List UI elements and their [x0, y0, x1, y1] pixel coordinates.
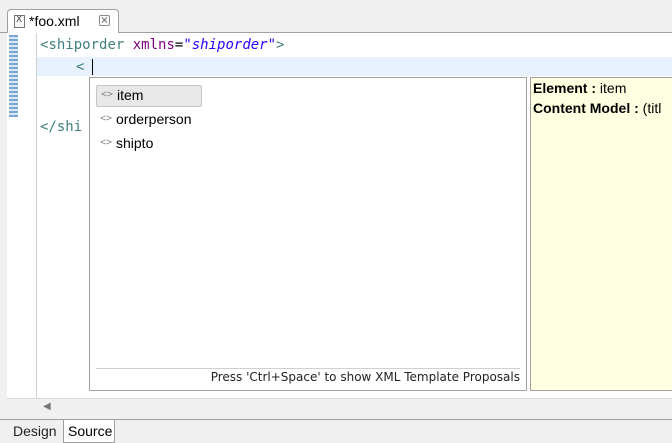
- xml-element-icon: <>: [101, 89, 114, 100]
- content-model-line: Content Model : (titl: [533, 100, 661, 116]
- tab-design[interactable]: Design: [9, 420, 63, 443]
- close-icon[interactable]: ×: [99, 15, 110, 26]
- element-value: item: [596, 80, 627, 96]
- proposal-label: orderperson: [116, 111, 192, 127]
- xml-element-icon: <>: [100, 137, 113, 148]
- popup-divider: [96, 368, 520, 369]
- proposal-label: item: [117, 87, 144, 103]
- element-info-line: Element : item: [533, 80, 626, 96]
- element-label: Element :: [533, 80, 597, 96]
- current-line-highlight: [37, 57, 672, 76]
- text-caret: [92, 59, 93, 75]
- editor-mode-tabs: Design Source: [0, 419, 672, 443]
- overview-ruler: [7, 33, 20, 398]
- xml-element-icon: <>: [100, 113, 113, 124]
- proposal-item-orderperson[interactable]: <> orderperson: [96, 110, 202, 132]
- proposal-label: shipto: [116, 135, 154, 151]
- content-model-value: (titl: [638, 100, 662, 116]
- template-proposals-hint: Press 'Ctrl+Space' to show XML Template …: [210, 370, 520, 384]
- editor-tab-bar: *foo.xml ×: [0, 0, 672, 33]
- scroll-left-arrow-icon[interactable]: ◀: [43, 401, 51, 412]
- annotation-gutter: [20, 33, 37, 398]
- tab-source[interactable]: Source: [63, 420, 115, 443]
- change-marker: [9, 35, 18, 117]
- editor-tab-foo-xml[interactable]: *foo.xml ×: [7, 9, 119, 33]
- code-line-2: <: [76, 59, 85, 75]
- xml-file-icon: [14, 15, 25, 28]
- element-info-popup: Element : item Content Model : (titl: [530, 77, 672, 391]
- horizontal-scrollbar[interactable]: ◀: [7, 398, 672, 418]
- content-model-label: Content Model :: [533, 100, 639, 116]
- content-assist-popup: <> item <> orderperson <> shipto Press '…: [89, 77, 527, 391]
- code-line-1: <shiporder xmlns="shiporder">: [40, 37, 285, 53]
- code-line-5: </shi: [40, 119, 83, 135]
- proposal-item-item[interactable]: <> item: [96, 85, 202, 107]
- proposal-item-shipto[interactable]: <> shipto: [96, 134, 202, 156]
- tab-title: *foo.xml: [29, 13, 80, 29]
